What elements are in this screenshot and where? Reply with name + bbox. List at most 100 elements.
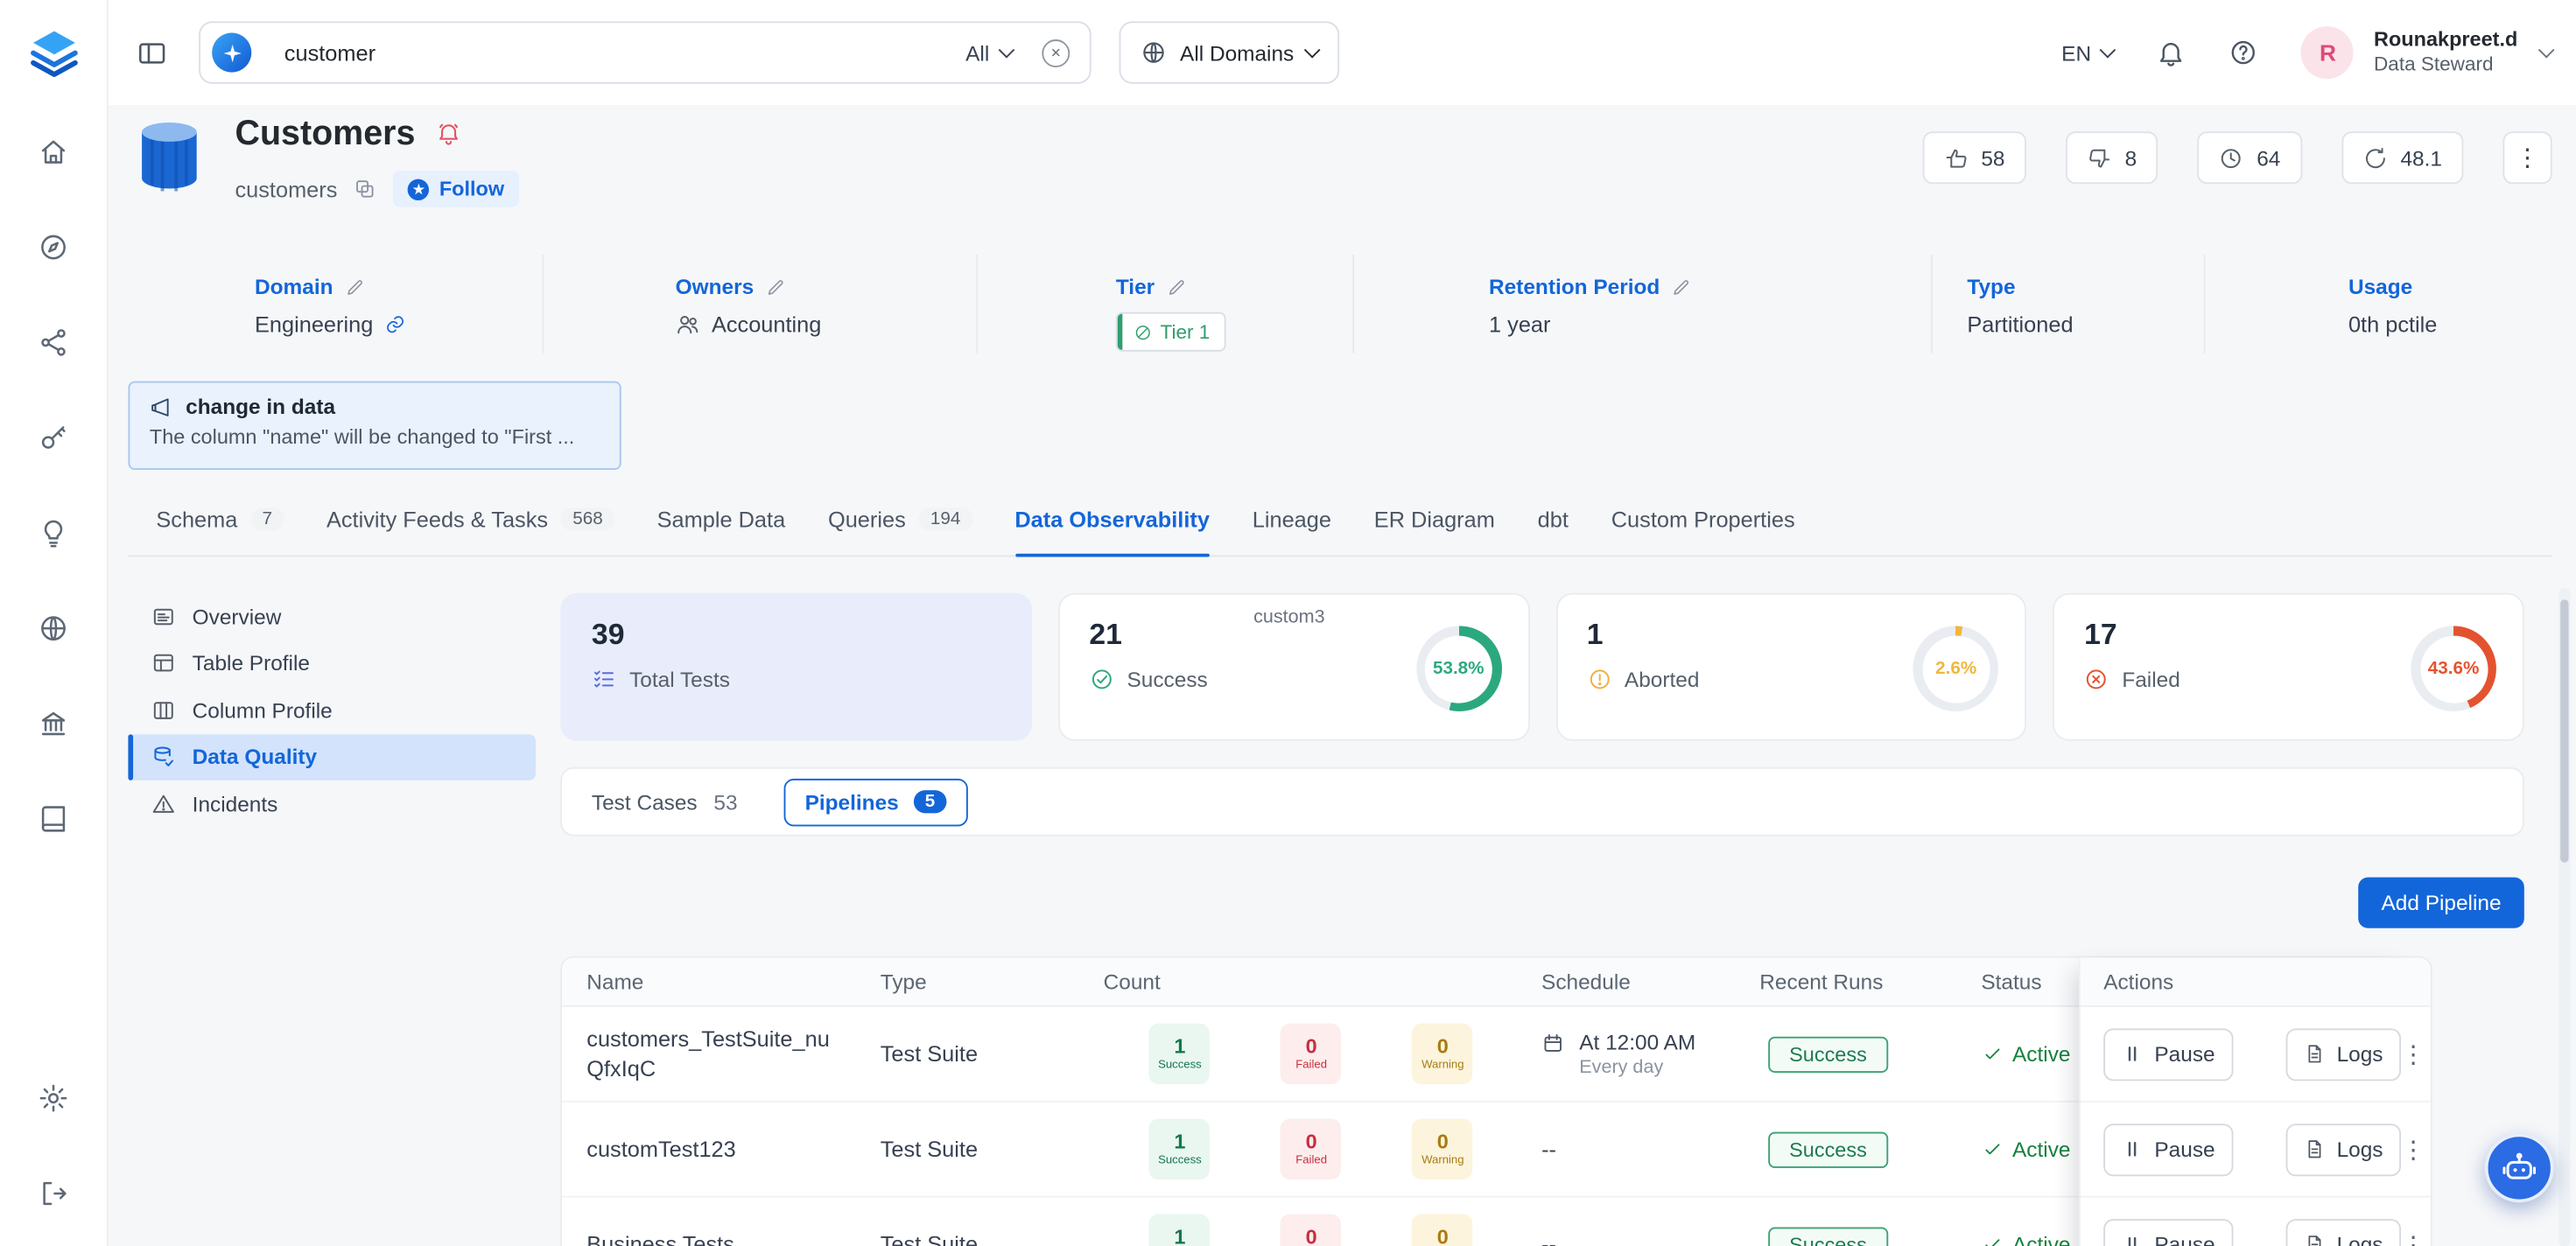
add-pipeline-button[interactable]: Add Pipeline: [2358, 878, 2524, 928]
settings-gear-icon[interactable]: [38, 1082, 69, 1114]
recent-run-badge[interactable]: Success: [1768, 1227, 1889, 1246]
domains-filter-button[interactable]: All Domains: [1120, 21, 1340, 83]
tier-badge[interactable]: Tier 1: [1116, 312, 1226, 352]
recent-run-badge[interactable]: Success: [1768, 1131, 1889, 1167]
scrollbar-track[interactable]: [2558, 588, 2570, 1246]
pipeline-type: Test Suite: [856, 1198, 1079, 1246]
user-menu-chevron-icon[interactable]: [2538, 42, 2555, 59]
search-scope-dropdown[interactable]: All: [965, 40, 1012, 65]
recent-run-badge[interactable]: Success: [1768, 1036, 1889, 1072]
pause-button[interactable]: Pause: [2103, 1123, 2233, 1175]
failed-count-badge: 0Failed: [1281, 1024, 1341, 1084]
row-more-menu[interactable]: ⋮: [2401, 1040, 2425, 1069]
user-info[interactable]: Rounakpreet.d Data Steward: [2374, 27, 2517, 77]
tab-custom-properties[interactable]: Custom Properties: [1611, 503, 1795, 556]
domain-value[interactable]: Engineering: [255, 312, 373, 337]
announcement-card[interactable]: change in data The column "name" will be…: [128, 382, 621, 470]
thumbs-up-icon: [1943, 145, 1968, 170]
pause-button[interactable]: Pause: [2103, 1027, 2233, 1080]
pipelines-tab[interactable]: Pipelines 5: [783, 778, 968, 825]
tab-activity-feeds[interactable]: Activity Feeds & Tasks568: [326, 503, 614, 556]
subnav-column-profile[interactable]: Column Profile: [128, 687, 536, 734]
pipeline-name[interactable]: customers_TestSuite_nuQfxIqC: [562, 1007, 855, 1101]
notifications-bell-icon[interactable]: [2157, 38, 2186, 67]
chevron-down-icon: [2101, 42, 2117, 59]
scrollbar-thumb[interactable]: [2560, 599, 2568, 862]
graph-nodes-icon[interactable]: [38, 327, 69, 359]
checklist-icon: [592, 667, 616, 691]
key-icon[interactable]: [38, 423, 69, 454]
meta-retention: Retention Period 1 year: [1352, 255, 1931, 354]
entity-more-menu[interactable]: ⋮: [2502, 131, 2551, 184]
owners-label: Owners: [676, 275, 755, 299]
explore-compass-icon[interactable]: [38, 232, 69, 263]
logs-button[interactable]: Logs: [2285, 1218, 2401, 1246]
edit-pencil-icon[interactable]: [1671, 276, 1691, 297]
edit-pencil-icon[interactable]: [345, 276, 365, 297]
tab-lineage[interactable]: Lineage: [1253, 503, 1331, 556]
retention-value: 1 year: [1489, 312, 1550, 337]
search-clear-icon[interactable]: ✕: [1042, 38, 1070, 66]
subnav-table-profile[interactable]: Table Profile: [128, 640, 536, 687]
owners-value[interactable]: Accounting: [712, 312, 821, 337]
col-actions: Actions: [2081, 958, 2431, 1007]
app-logo-icon[interactable]: [25, 20, 81, 86]
upvote-button[interactable]: 58: [1922, 131, 2026, 184]
test-cases-tab[interactable]: Test Cases 53: [592, 789, 738, 814]
language-dropdown[interactable]: EN: [2061, 40, 2114, 65]
failed-count-badge: 0Failed: [1281, 1214, 1341, 1246]
copy-icon[interactable]: [354, 178, 376, 200]
table-entity-icon: [128, 115, 210, 205]
sidebar-toggle-icon[interactable]: [137, 37, 168, 68]
tab-sample-data[interactable]: Sample Data: [657, 503, 786, 556]
row-more-menu[interactable]: ⋮: [2401, 1229, 2425, 1246]
subnav-incidents[interactable]: Incidents: [128, 780, 536, 828]
subnav-overview[interactable]: Overview: [128, 593, 536, 640]
insights-bulb-icon[interactable]: [38, 517, 69, 549]
global-search[interactable]: All ✕: [199, 21, 1091, 83]
users-icon: [676, 312, 700, 337]
aborted-card: 1 Aborted 2.6%: [1555, 593, 2026, 741]
logs-button[interactable]: Logs: [2285, 1123, 2401, 1175]
usage-value: 0th pctile: [2348, 312, 2437, 337]
tab-queries[interactable]: Queries194: [828, 503, 972, 556]
schedule-cell: --: [1517, 1198, 1735, 1246]
announcement-alarm-icon[interactable]: [435, 120, 461, 146]
tab-data-observability[interactable]: Data Observability: [1014, 503, 1210, 556]
logout-icon[interactable]: [38, 1178, 69, 1209]
search-input[interactable]: [284, 40, 965, 65]
tab-er-diagram[interactable]: ER Diagram: [1374, 503, 1495, 556]
tab-count-badge: 7: [250, 508, 284, 530]
downvote-button[interactable]: 8: [2066, 131, 2158, 184]
chat-bot-button[interactable]: [2485, 1133, 2554, 1202]
page-title: Customers: [235, 115, 415, 154]
user-avatar[interactable]: R: [2301, 26, 2354, 79]
glossary-book-icon[interactable]: [38, 803, 69, 835]
view-switcher: Test Cases 53 Pipelines 5: [560, 767, 2524, 836]
follow-button[interactable]: ★ Follow: [393, 171, 519, 206]
home-icon[interactable]: [38, 136, 69, 168]
logs-button[interactable]: Logs: [2285, 1027, 2401, 1080]
row-more-menu[interactable]: ⋮: [2401, 1134, 2425, 1164]
pipeline-name[interactable]: customTest123: [562, 1102, 855, 1196]
col-name: Name: [562, 958, 855, 1005]
col-status: Status: [1956, 958, 2080, 1005]
check-icon: [1981, 1138, 2002, 1159]
count-badges: 1Success 0Failed 0Warning: [1078, 1102, 1516, 1196]
edit-pencil-icon[interactable]: [1166, 276, 1186, 297]
status-cell: Active: [1956, 1007, 2080, 1101]
entity-name: customers: [235, 177, 337, 201]
govern-bank-icon[interactable]: [38, 708, 69, 739]
views-button[interactable]: 64: [2198, 131, 2302, 184]
tab-schema[interactable]: Schema7: [156, 503, 284, 556]
help-icon[interactable]: [2229, 38, 2259, 67]
freshness-button[interactable]: 48.1: [2341, 131, 2464, 184]
subnav-data-quality[interactable]: Data Quality: [128, 733, 536, 780]
domains-globe-icon[interactable]: [38, 612, 69, 644]
edit-pencil-icon[interactable]: [765, 276, 785, 297]
tab-dbt[interactable]: dbt: [1538, 503, 1569, 556]
follow-label: Follow: [439, 178, 504, 200]
robot-icon: [2500, 1148, 2539, 1187]
pipeline-name[interactable]: Business Tests: [562, 1198, 855, 1246]
pause-button[interactable]: Pause: [2103, 1218, 2233, 1246]
